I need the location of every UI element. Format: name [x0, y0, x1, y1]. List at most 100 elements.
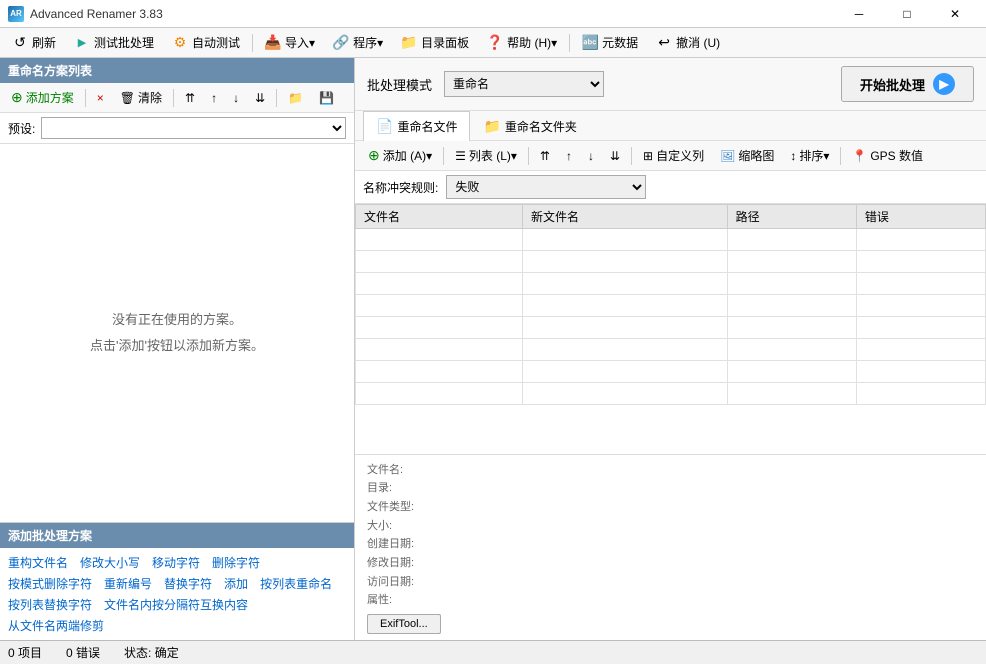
- toolbar-sep-1: [85, 89, 86, 107]
- thumbnail-icon: 🖼: [720, 149, 735, 163]
- size-label: 大小:: [367, 520, 392, 532]
- table-header-row: 文件名 新文件名 路径 错误: [356, 205, 986, 229]
- open-folder-button[interactable]: 📁: [281, 88, 310, 108]
- file-info-attributes: 属性:: [367, 591, 974, 610]
- file-info-modified: 修改日期:: [367, 554, 974, 573]
- maximize-button[interactable]: □: [884, 0, 930, 28]
- menu-batch-test[interactable]: ▶ 测试批处理: [66, 31, 162, 54]
- move-down-icon: ↓: [233, 91, 239, 105]
- app-icon: AR: [8, 6, 24, 22]
- delete-scheme-button[interactable]: ×: [90, 88, 111, 108]
- preset-select[interactable]: [41, 117, 346, 139]
- menu-import[interactable]: 📥 导入▾: [257, 31, 323, 54]
- move-top-button[interactable]: ⇈: [178, 88, 202, 108]
- table-row: [356, 361, 986, 383]
- batch-link-item[interactable]: 删除字符: [212, 554, 260, 571]
- tab-rename-folder[interactable]: 📁 重命名文件夹: [470, 111, 589, 141]
- batch-mode-select[interactable]: 重命名 复制 移动: [444, 71, 604, 97]
- filename-label: 文件名:: [367, 464, 403, 476]
- status-bar: 0 项目 0 错误 状态: 确定: [0, 640, 986, 664]
- import-icon: 📥: [265, 35, 281, 51]
- add-file-button[interactable]: ⊕ 添加 (A)▾: [361, 144, 439, 167]
- menu-refresh[interactable]: ↺ 刷新: [4, 31, 64, 54]
- preset-row: 预设:: [0, 113, 354, 144]
- start-batch-button[interactable]: 开始批处理 ▶: [841, 66, 974, 102]
- move-down-button[interactable]: ↓: [226, 88, 246, 108]
- menu-dir-panel-label: 目录面板: [421, 34, 469, 51]
- add-scheme-button[interactable]: ⊕ 添加方案: [4, 86, 81, 109]
- batch-link-item[interactable]: 重构文件名: [8, 554, 68, 571]
- items-count: 0 项目: [8, 644, 42, 661]
- errors-count: 0 错误: [66, 644, 100, 661]
- batch-link-item[interactable]: 按模式删除字符: [8, 575, 92, 592]
- close-button[interactable]: ✕: [932, 0, 978, 28]
- batch-link-item[interactable]: 按列表替换字符: [8, 596, 92, 613]
- batch-link-item[interactable]: 从文件名两端修剪: [8, 617, 104, 634]
- gps-label: GPS 数值: [870, 147, 923, 164]
- menu-separator-1: [252, 34, 253, 52]
- play-icon: ▶: [933, 73, 955, 95]
- menu-undo[interactable]: ↩ 撤消 (U): [648, 31, 728, 54]
- r-move-top-button[interactable]: ⇈: [533, 146, 557, 166]
- menu-auto-test[interactable]: ⚙ 自动测试: [164, 31, 248, 54]
- rtoolbar-sep3: [631, 147, 632, 165]
- add-batch-header: 添加批处理方案: [0, 523, 354, 548]
- minimize-button[interactable]: ─: [836, 0, 882, 28]
- thumbnail-button[interactable]: 🖼 缩略图: [713, 144, 781, 167]
- left-panel: 重命名方案列表 ⊕ 添加方案 × 🗑 清除 ⇈ ↑ ↓: [0, 58, 355, 640]
- menu-help[interactable]: ❓ 帮助 (H)▾: [479, 31, 565, 54]
- rename-file-tab-label: 重命名文件: [397, 118, 457, 135]
- batch-link-item[interactable]: 按列表重命名: [260, 575, 332, 592]
- created-label: 创建日期:: [367, 538, 414, 550]
- move-up-button[interactable]: ↑: [204, 88, 224, 108]
- rename-folder-tab-icon: 📁: [483, 118, 500, 135]
- sort-button[interactable]: ↕ 排序▾: [783, 144, 836, 167]
- col-path: 路径: [727, 205, 856, 229]
- files-table-element: 文件名 新文件名 路径 错误: [355, 204, 986, 405]
- r-move-up-icon: ↑: [566, 149, 572, 163]
- conflict-select[interactable]: 失败 跳过 覆盖 追加编号: [446, 175, 646, 199]
- tab-bar: 📄 重命名文件 📁 重命名文件夹: [355, 111, 986, 141]
- batch-link-item[interactable]: 文件名内按分隔符互换内容: [104, 596, 248, 613]
- batch-mode-row: 批处理模式 重命名 复制 移动 开始批处理 ▶: [355, 58, 986, 111]
- file-info-size: 大小:: [367, 517, 974, 536]
- batch-link-item[interactable]: 替换字符: [164, 575, 212, 592]
- custom-col-button[interactable]: ⊞ 自定义列: [636, 144, 711, 167]
- save-button[interactable]: 💾: [312, 88, 341, 108]
- gps-button[interactable]: 📍 GPS 数值: [845, 144, 930, 167]
- attributes-label: 属性:: [367, 594, 392, 606]
- move-up-icon: ↑: [211, 91, 217, 105]
- table-row: [356, 229, 986, 251]
- sort-icon: ↕: [790, 149, 796, 163]
- dir-label: 目录:: [367, 482, 392, 494]
- batch-link-item[interactable]: 添加: [224, 575, 248, 592]
- list-button[interactable]: ☰ 列表 (L)▾: [448, 144, 524, 167]
- menu-refresh-label: 刷新: [32, 34, 56, 51]
- file-info-accessed: 访问日期:: [367, 573, 974, 592]
- delete-icon: ×: [97, 91, 104, 105]
- batch-link-item[interactable]: 移动字符: [152, 554, 200, 571]
- file-info-panel: 文件名: 目录: 文件类型: 大小: 创建日期: 修改日期: 访问日期: 属性:: [355, 454, 986, 641]
- menu-dir-panel[interactable]: 📁 目录面板: [393, 31, 477, 54]
- table-row: [356, 317, 986, 339]
- scheme-list-header: 重命名方案列表: [0, 58, 354, 83]
- r-move-down-button[interactable]: ↓: [581, 146, 601, 166]
- move-bottom-button[interactable]: ⇊: [248, 88, 272, 108]
- menu-metadata[interactable]: 🔤 元数据: [574, 31, 646, 54]
- exiftool-button[interactable]: ExifTool...: [367, 614, 441, 634]
- refresh-icon: ↺: [12, 35, 28, 51]
- menu-program[interactable]: 🔗 程序▾: [325, 31, 391, 54]
- table-row: [356, 273, 986, 295]
- r-move-up-button[interactable]: ↑: [559, 146, 579, 166]
- batch-link-item[interactable]: 修改大小写: [80, 554, 140, 571]
- batch-mode-label: 批处理模式: [367, 75, 432, 94]
- metadata-icon: 🔤: [582, 35, 598, 51]
- r-move-bottom-button[interactable]: ⇊: [603, 146, 627, 166]
- menu-batch-test-label: 测试批处理: [94, 34, 154, 51]
- clear-scheme-button[interactable]: 🗑 清除: [113, 86, 169, 109]
- rtoolbar-sep4: [840, 147, 841, 165]
- start-batch-label: 开始批处理: [860, 75, 925, 94]
- tab-rename-file[interactable]: 📄 重命名文件: [363, 111, 470, 141]
- help-icon: ❓: [487, 35, 503, 51]
- batch-link-item[interactable]: 重新编号: [104, 575, 152, 592]
